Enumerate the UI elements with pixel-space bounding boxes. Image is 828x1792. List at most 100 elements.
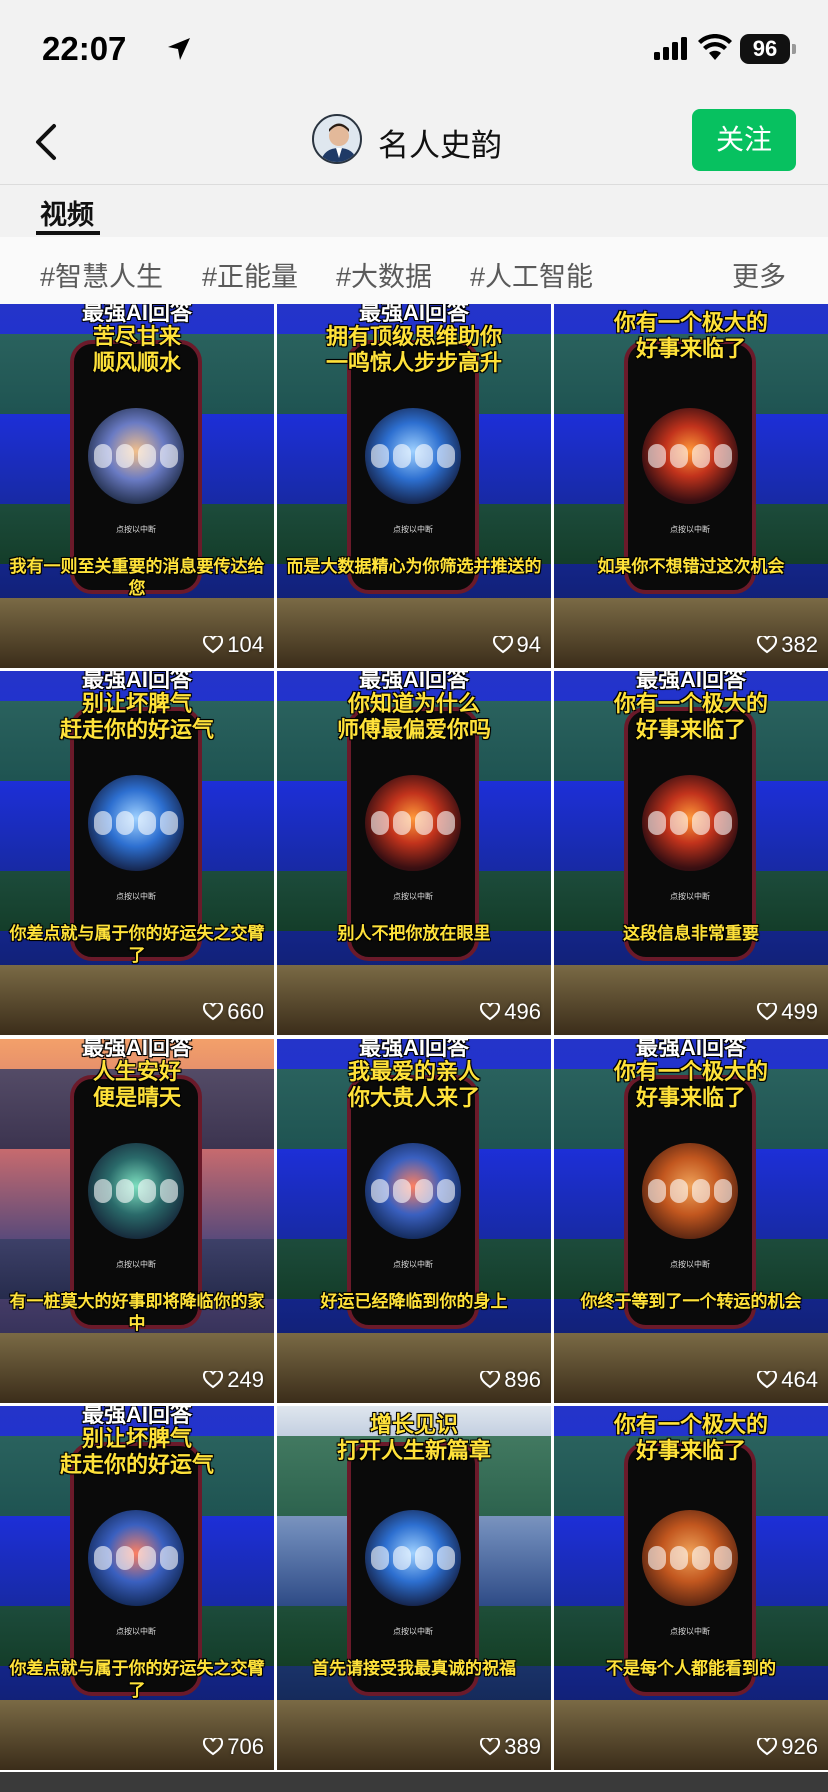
video-tile[interactable]: 点按以中断 最强AI回答 人生安好 便是晴天 有一桩莫大的好事即将降临你的家中 249 bbox=[0, 1039, 274, 1403]
voice-wave-pills bbox=[369, 1546, 457, 1570]
video-tile[interactable]: 点按以中断 你有一个极大的 好事来临了 如果你不想错过这次机会 382 bbox=[554, 304, 828, 668]
video-caption: 你差点就与属于你的好运失之交臂了 bbox=[9, 924, 265, 965]
video-title-white: 最强AI回答 bbox=[358, 1039, 469, 1060]
voice-pill bbox=[94, 1179, 112, 1203]
video-tile[interactable]: 点按以中断 你有一个极大的 好事来临了 不是每个人都能看到的 926 bbox=[554, 1406, 828, 1770]
more-tags-button[interactable]: 更多 bbox=[732, 255, 786, 294]
profile-name: 名人史韵 bbox=[378, 128, 502, 163]
like-count: 389 bbox=[480, 1734, 541, 1760]
like-count-value: 249 bbox=[227, 1367, 264, 1392]
video-title-yellow: 别让坏脾气 赶走你的好运气 bbox=[59, 1426, 214, 1477]
video-caption: 别人不把你放在眼里 bbox=[337, 924, 491, 943]
voice-pill bbox=[692, 811, 710, 835]
video-tile[interactable]: 点按以中断 最强AI回答 你有一个极大的 好事来临了 你终于等到了一个转运的机会 464 bbox=[554, 1039, 828, 1403]
voice-pill bbox=[692, 1546, 710, 1570]
voice-pill bbox=[116, 1179, 134, 1203]
voice-pill bbox=[648, 1546, 666, 1570]
tag-positive-energy[interactable]: #正能量 bbox=[202, 255, 298, 294]
tap-to-interrupt-label: 点按以中断 bbox=[393, 892, 433, 901]
hashtag-bar: #智慧人生 #正能量 #大数据 #人工智能 更多 bbox=[0, 237, 828, 304]
voice-wave-pills bbox=[646, 1546, 734, 1570]
voice-wave-pills bbox=[369, 811, 457, 835]
status-bar: 22:07 96 bbox=[0, 0, 828, 100]
heart-icon bbox=[203, 1371, 224, 1389]
video-tile[interactable]: 点按以中断 最强AI回答 你有一个极大的 好事来临了 这段信息非常重要 499 bbox=[554, 671, 828, 1035]
heart-icon bbox=[757, 1371, 778, 1389]
like-count: 896 bbox=[480, 1367, 541, 1393]
tab-video[interactable]: 视频 bbox=[40, 193, 94, 232]
tap-to-interrupt-label: 点按以中断 bbox=[116, 525, 156, 534]
voice-wave-pills bbox=[92, 1546, 180, 1570]
next-row-peek bbox=[0, 1772, 828, 1792]
voice-wave-pills bbox=[92, 444, 180, 468]
voice-pill bbox=[415, 1179, 433, 1203]
avatar[interactable] bbox=[312, 114, 362, 164]
tag-wisdom-life[interactable]: #智慧人生 bbox=[40, 255, 163, 294]
battery-tip bbox=[792, 44, 796, 54]
like-count-value: 496 bbox=[504, 999, 541, 1024]
tap-to-interrupt-label: 点按以中断 bbox=[393, 525, 433, 534]
voice-pill bbox=[94, 444, 112, 468]
voice-pill bbox=[138, 811, 156, 835]
video-tile[interactable]: 点按以中断 最强AI回答 我最爱的亲人 你大贵人来了 好运已经降临到你的身上 896 bbox=[277, 1039, 551, 1403]
video-caption: 这段信息非常重要 bbox=[623, 924, 759, 943]
back-chevron-icon[interactable] bbox=[28, 120, 68, 164]
voice-pill bbox=[415, 1546, 433, 1570]
video-tile[interactable]: 点按以中断 增长见识 打开人生新篇章 首先请接受我最真诚的祝福 389 bbox=[277, 1406, 551, 1770]
like-count-value: 706 bbox=[227, 1734, 264, 1759]
content-tabs: 视频 bbox=[0, 185, 828, 237]
heart-icon bbox=[203, 1738, 224, 1756]
video-caption: 好运已经降临到你的身上 bbox=[320, 1292, 508, 1311]
voice-pill bbox=[371, 1179, 389, 1203]
tap-to-interrupt-label: 点按以中断 bbox=[393, 1627, 433, 1636]
video-caption: 我有一则至关重要的消息要传达给您 bbox=[9, 557, 265, 598]
voice-pill bbox=[714, 1179, 732, 1203]
wifi-icon bbox=[698, 34, 732, 60]
video-title-white: 最强AI回答 bbox=[358, 671, 469, 692]
heart-icon bbox=[757, 1003, 778, 1021]
tag-ai[interactable]: #人工智能 bbox=[470, 255, 593, 294]
voice-pill bbox=[160, 1179, 178, 1203]
voice-pill bbox=[670, 811, 688, 835]
video-tile[interactable]: 点按以中断 最强AI回答 别让坏脾气 赶走你的好运气 你差点就与属于你的好运失之交臂了… bbox=[0, 1406, 274, 1770]
video-title-yellow: 增长见识 打开人生新篇章 bbox=[336, 1412, 491, 1463]
video-title-yellow: 你有一个极大的 好事来临了 bbox=[613, 310, 768, 361]
heart-icon bbox=[203, 1003, 224, 1021]
voice-wave-pills bbox=[92, 811, 180, 835]
video-caption: 你终于等到了一个转运的机会 bbox=[580, 1292, 802, 1311]
video-grid: 点按以中断 最强AI回答 苦尽甘来 顺风顺水 我有一则至关重要的消息要传达给您 104 点… bbox=[0, 304, 828, 1792]
voice-wave-pills bbox=[646, 1179, 734, 1203]
video-tile[interactable]: 点按以中断 最强AI回答 苦尽甘来 顺风顺水 我有一则至关重要的消息要传达给您 104 bbox=[0, 304, 274, 668]
like-count-value: 382 bbox=[781, 632, 818, 657]
voice-pill bbox=[714, 811, 732, 835]
voice-pill bbox=[371, 1546, 389, 1570]
tag-big-data[interactable]: #大数据 bbox=[336, 255, 432, 294]
video-tile[interactable]: 点按以中断 最强AI回答 拥有顶级思维助你 一鸣惊人步步高升 而是大数据精心为你筛选并… bbox=[277, 304, 551, 668]
voice-pill bbox=[648, 1179, 666, 1203]
voice-wave-pills bbox=[369, 1179, 457, 1203]
voice-wave-pills bbox=[646, 444, 734, 468]
video-tile[interactable]: 点按以中断 最强AI回答 别让坏脾气 赶走你的好运气 你差点就与属于你的好运失之交臂了… bbox=[0, 671, 274, 1035]
follow-button[interactable]: 关注 bbox=[692, 109, 796, 171]
video-tile[interactable]: 点按以中断 最强AI回答 你知道为什么 师傅最偏爱你吗 别人不把你放在眼里 496 bbox=[277, 671, 551, 1035]
like-count: 382 bbox=[757, 632, 818, 658]
voice-pill bbox=[415, 811, 433, 835]
like-count: 249 bbox=[203, 1367, 264, 1393]
voice-pill bbox=[714, 1546, 732, 1570]
like-count-value: 464 bbox=[781, 1367, 818, 1392]
voice-pill bbox=[94, 1546, 112, 1570]
video-caption: 不是每个人都能看到的 bbox=[606, 1659, 776, 1678]
voice-pill bbox=[437, 444, 455, 468]
video-title-white: 最强AI回答 bbox=[635, 1039, 746, 1060]
video-title-yellow: 我最爱的亲人 你大贵人来了 bbox=[347, 1059, 480, 1110]
video-caption: 有一桩莫大的好事即将降临你的家中 bbox=[9, 1292, 265, 1333]
voice-pill bbox=[116, 444, 134, 468]
tap-to-interrupt-label: 点按以中断 bbox=[116, 1260, 156, 1269]
tap-to-interrupt-label: 点按以中断 bbox=[670, 1260, 710, 1269]
like-count: 499 bbox=[757, 999, 818, 1025]
tap-to-interrupt-label: 点按以中断 bbox=[116, 892, 156, 901]
heart-icon bbox=[492, 636, 513, 654]
voice-pill bbox=[437, 811, 455, 835]
battery-indicator: 96 bbox=[740, 34, 790, 64]
cellular-signal-icon bbox=[654, 37, 687, 60]
